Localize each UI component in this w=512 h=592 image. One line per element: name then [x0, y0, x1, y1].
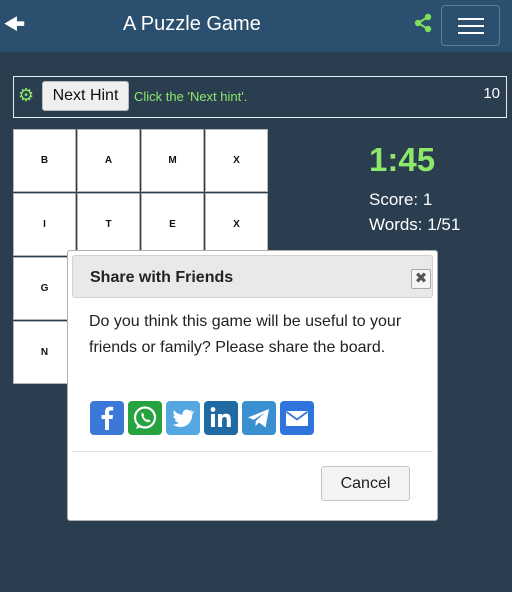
facebook-icon[interactable]	[90, 401, 124, 435]
hint-bar: ⚙ Next Hint Click the 'Next hint'. 10	[13, 76, 507, 118]
grid-cell[interactable]: T	[77, 193, 140, 256]
grid-cell[interactable]: B	[13, 129, 76, 192]
hamburger-menu-icon[interactable]	[441, 5, 500, 46]
dialog-divider	[72, 451, 433, 452]
email-icon[interactable]	[280, 401, 314, 435]
grid-cell[interactable]: M	[141, 129, 204, 192]
grid-cell[interactable]: X	[205, 193, 268, 256]
gear-icon[interactable]: ⚙	[18, 86, 36, 104]
share-icon[interactable]	[413, 13, 433, 33]
grid-cell[interactable]: I	[13, 193, 76, 256]
linkedin-icon[interactable]	[204, 401, 238, 435]
close-icon[interactable]: ✖	[411, 269, 431, 289]
twitter-icon[interactable]	[166, 401, 200, 435]
cancel-button[interactable]: Cancel	[321, 466, 410, 501]
whatsapp-icon[interactable]	[128, 401, 162, 435]
score: Score: 1	[369, 190, 433, 209]
grid-cell[interactable]: X	[205, 129, 268, 192]
app-title: A Puzzle Game	[123, 13, 261, 35]
dialog-header: Share with Friends ✖	[72, 255, 433, 298]
grid-cell[interactable]: E	[141, 193, 204, 256]
words-found: Words: 1/51	[369, 215, 461, 234]
next-hint-button[interactable]: Next Hint	[42, 81, 129, 111]
top-bar: 🠜 A Puzzle Game	[0, 0, 512, 52]
hint-message: Click the 'Next hint'.	[134, 89, 248, 104]
timer: 1:45	[369, 141, 436, 178]
dialog-message: Do you think this game will be useful to…	[89, 313, 402, 356]
share-dialog: Share with Friends ✖ Do you think this g…	[67, 250, 438, 521]
hint-count: 10	[483, 85, 500, 102]
telegram-icon[interactable]	[242, 401, 276, 435]
back-arrow-icon[interactable]: 🠜	[4, 12, 26, 38]
grid-cell[interactable]: A	[77, 129, 140, 192]
dialog-title: Share with Friends	[90, 269, 234, 286]
